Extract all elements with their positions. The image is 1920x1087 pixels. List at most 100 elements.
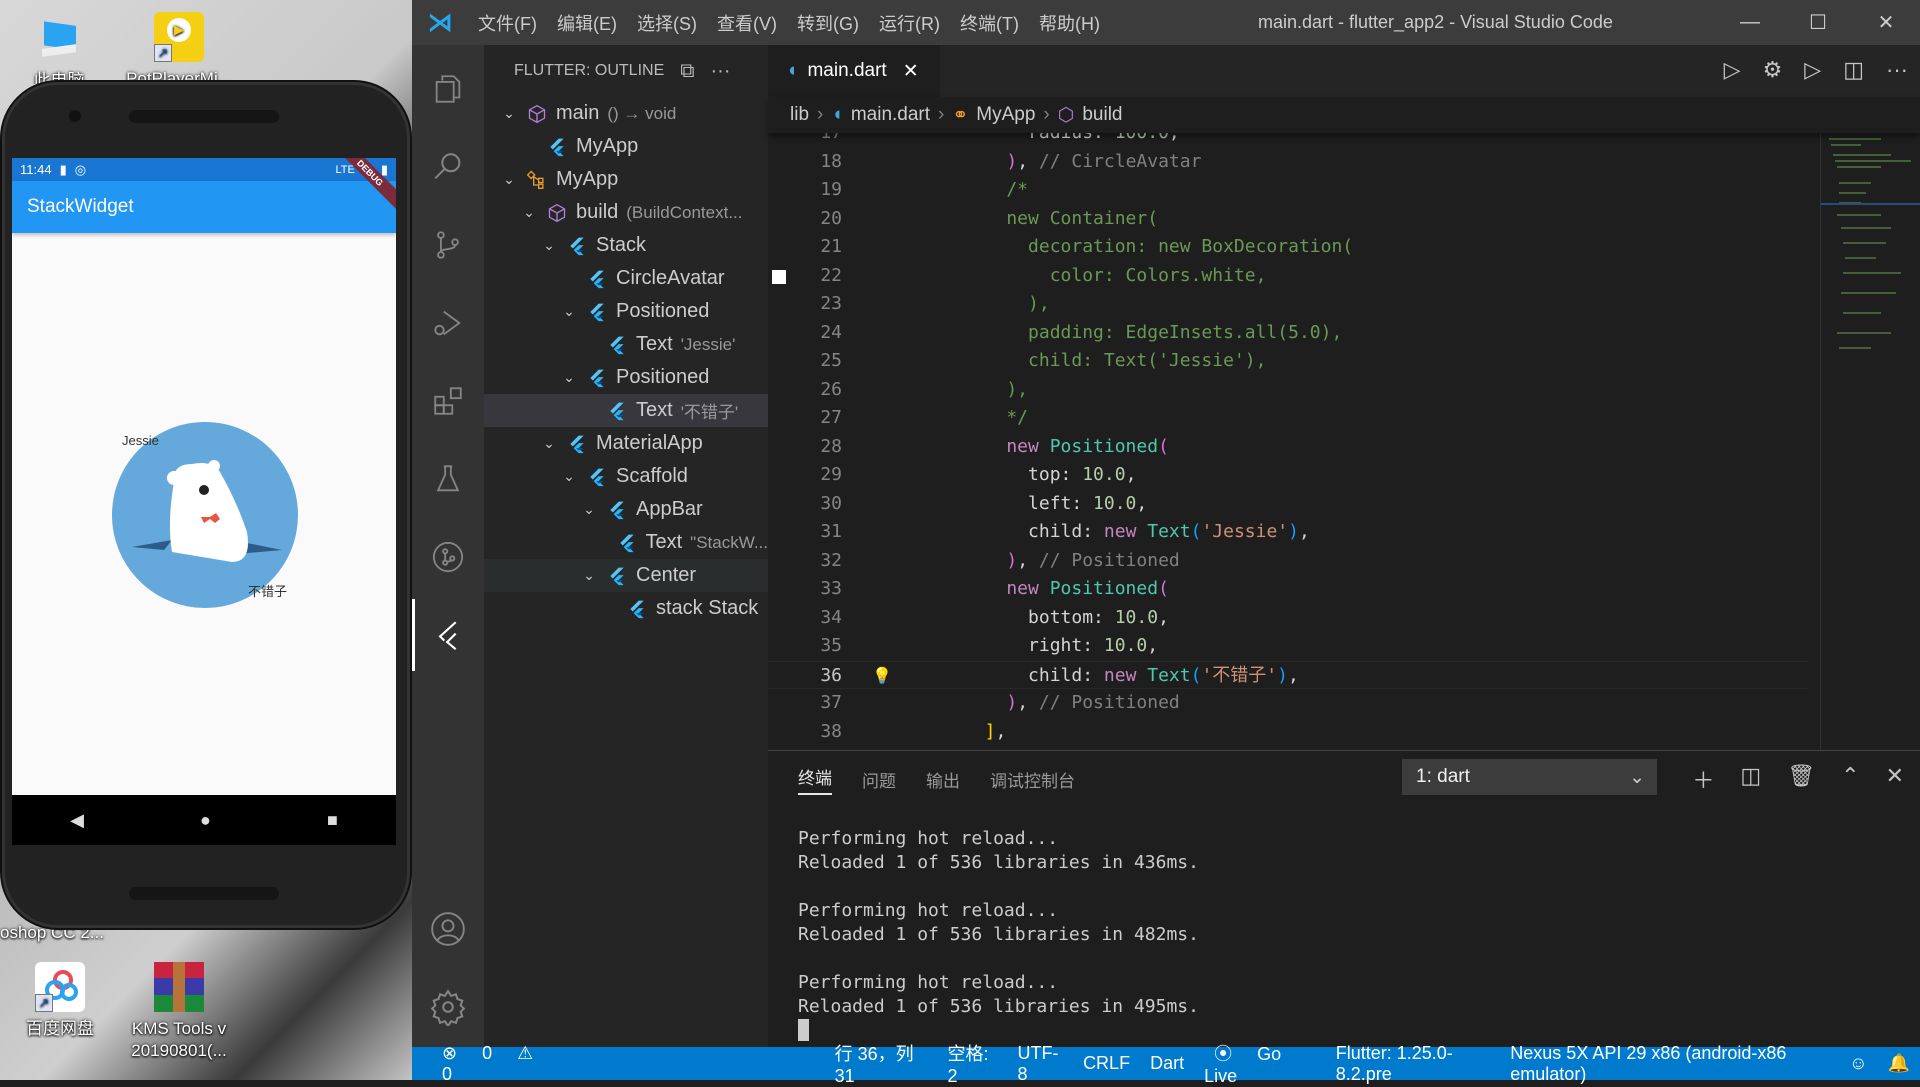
code-line[interactable]: 21 decoration: new BoxDecoration(	[768, 233, 1808, 262]
maximize-panel-icon[interactable]: ⌃	[1841, 763, 1859, 795]
nav-back-button[interactable]: ◀	[70, 810, 84, 831]
terminal-output[interactable]: Performing hot reload... Reloaded 1 of 53…	[798, 827, 1199, 1043]
source-control-icon[interactable]	[412, 209, 484, 281]
new-terminal-icon[interactable]: ＋	[1692, 763, 1714, 795]
outline-item[interactable]: Text 'Jessie'	[484, 328, 768, 361]
panel-tab-problems[interactable]: 问题	[862, 767, 896, 792]
menu-terminal[interactable]: 终端(T)	[950, 10, 1029, 36]
settings-gear-icon[interactable]	[412, 971, 484, 1043]
code-line[interactable]: 23 ),	[768, 290, 1808, 319]
nav-recents-button[interactable]: ■	[327, 810, 338, 831]
desktop-icon-baidu-netdisk[interactable]: ↗ 百度网盘	[5, 962, 115, 1040]
code-line[interactable]: 31 child: new Text('Jessie'),	[768, 518, 1808, 547]
desktop-icon-kms-tools[interactable]: KMS Tools v 20190801(...	[124, 962, 234, 1062]
debug-run-icon[interactable]: ⚙	[1763, 57, 1783, 83]
desktop-icon-potplayer[interactable]: ▶ ↗ PotPlayerMi...	[124, 12, 234, 82]
menu-edit[interactable]: 编辑(E)	[547, 10, 627, 36]
flutter-version[interactable]: Flutter: 1.25.0-8.2.pre	[1326, 1043, 1501, 1085]
code-line[interactable]: 19 /*	[768, 176, 1808, 205]
close-window-button[interactable]: ✕	[1852, 0, 1920, 45]
account-icon[interactable]	[412, 893, 484, 965]
kill-terminal-icon[interactable]: 🗑	[1787, 763, 1815, 795]
outline-item[interactable]: ⌄ build (BuildContext...	[484, 196, 768, 229]
code-line[interactable]: 22 color: Colors.white,	[768, 262, 1808, 291]
code-editor[interactable]: 17 radius: 100.0,18 ), // CircleAvatar19…	[768, 133, 1808, 750]
chevron-down-icon[interactable]: ⌄	[538, 237, 560, 254]
split-editor-icon[interactable]: ◫	[1843, 57, 1864, 83]
terminal-select[interactable]: 1: dart ⌄	[1402, 759, 1657, 795]
menu-selection[interactable]: 选择(S)	[627, 10, 707, 36]
panel-tab-terminal[interactable]: 终端	[798, 764, 832, 795]
outline-item[interactable]: ⌄ Center	[484, 559, 768, 592]
code-line[interactable]: 33 new Positioned(	[768, 575, 1808, 604]
chevron-down-icon[interactable]: ⌄	[498, 105, 520, 122]
feedback-icon[interactable]: ☺	[1839, 1053, 1877, 1074]
outline-item[interactable]: ⌄ Positioned	[484, 295, 768, 328]
git-graph-icon[interactable]	[412, 521, 484, 593]
code-line[interactable]: 24 padding: EdgeInsets.all(5.0),	[768, 319, 1808, 348]
maximize-button[interactable]: ☐	[1784, 0, 1852, 45]
code-line[interactable]: 20 new Container(	[768, 205, 1808, 234]
run-icon[interactable]: ▷	[1804, 57, 1821, 83]
chevron-down-icon[interactable]: ⌄	[558, 369, 580, 386]
breadcrumb-lib[interactable]: lib	[790, 104, 809, 126]
code-line[interactable]: 37 ), // Positioned	[768, 689, 1808, 718]
outline-item[interactable]: stack Stack	[484, 592, 768, 625]
menu-file[interactable]: 文件(F)	[468, 10, 547, 36]
code-line[interactable]: 34 bottom: 10.0,	[768, 604, 1808, 633]
outline-item[interactable]: CircleAvatar	[484, 262, 768, 295]
outline-item[interactable]: ⌄ Stack	[484, 229, 768, 262]
notifications-icon[interactable]: 🔔	[1878, 1053, 1920, 1074]
chevron-down-icon[interactable]: ⌄	[558, 468, 580, 485]
minimap[interactable]	[1820, 133, 1920, 750]
chevron-down-icon[interactable]: ⌄	[538, 435, 560, 452]
outline-item[interactable]: ⌄ Scaffold	[484, 460, 768, 493]
code-line[interactable]: 35 right: 10.0,	[768, 632, 1808, 661]
run-debug-icon[interactable]	[412, 287, 484, 359]
outline-item[interactable]: ⌄ AppBar	[484, 493, 768, 526]
split-terminal-icon[interactable]: ◫	[1740, 763, 1761, 795]
code-line[interactable]: 17 radius: 100.0,	[768, 133, 1808, 148]
menu-view[interactable]: 查看(V)	[707, 10, 787, 36]
breakpoint-marker[interactable]	[772, 269, 786, 284]
outline-item[interactable]: ⌄ MyApp	[484, 163, 768, 196]
code-line[interactable]: 25 child: Text('Jessie'),	[768, 347, 1808, 376]
line-ending[interactable]: CRLF	[1073, 1053, 1140, 1074]
run-without-debugging-icon[interactable]: ▷	[1724, 57, 1741, 83]
code-line[interactable]: 38 ],	[768, 718, 1808, 747]
code-line[interactable]: 26 ),	[768, 376, 1808, 405]
outline-item[interactable]: ⌄ main () → void	[484, 97, 768, 130]
language-mode[interactable]: Dart	[1140, 1053, 1194, 1074]
close-tab-icon[interactable]: ✕	[903, 60, 919, 83]
outline-item[interactable]: Text "StackW...	[484, 526, 768, 559]
search-icon[interactable]	[412, 131, 484, 203]
panel-tab-output[interactable]: 输出	[926, 767, 960, 792]
more-actions-icon[interactable]: ···	[1886, 57, 1908, 83]
menu-go[interactable]: 转到(G)	[787, 10, 869, 36]
breadcrumb-class[interactable]: MyApp	[976, 104, 1035, 126]
code-line[interactable]: 32 ), // Positioned	[768, 547, 1808, 576]
outline-item[interactable]: Text '不错子'	[484, 394, 768, 427]
minimize-button[interactable]: —	[1716, 0, 1784, 45]
tab-main-dart[interactable]: ◖ main.dart ✕	[768, 45, 940, 97]
breadcrumb-method[interactable]: build	[1082, 104, 1122, 126]
encoding[interactable]: UTF-8	[1008, 1043, 1074, 1085]
chevron-down-icon[interactable]: ⌄	[578, 567, 600, 584]
close-panel-icon[interactable]: ✕	[1886, 763, 1904, 795]
code-line[interactable]: 28 new Positioned(	[768, 433, 1808, 462]
code-line[interactable]: 30 left: 10.0,	[768, 490, 1808, 519]
menu-run[interactable]: 运行(R)	[869, 10, 950, 36]
menu-help[interactable]: 帮助(H)	[1029, 10, 1110, 36]
extensions-icon[interactable]	[412, 365, 484, 437]
flutter-icon[interactable]	[412, 599, 484, 671]
code-line[interactable]: 27 */	[768, 404, 1808, 433]
breadcrumb-file[interactable]: main.dart	[851, 104, 930, 126]
chevron-down-icon[interactable]: ⌄	[498, 171, 520, 188]
explorer-icon[interactable]	[412, 53, 484, 125]
nav-home-button[interactable]: ●	[200, 810, 211, 831]
outline-item[interactable]: ⌄ MaterialApp	[484, 427, 768, 460]
testing-icon[interactable]	[412, 443, 484, 515]
code-line[interactable]: 29 top: 10.0,	[768, 461, 1808, 490]
chevron-down-icon[interactable]: ⌄	[558, 303, 580, 320]
more-actions-icon[interactable]: ···	[711, 60, 731, 83]
